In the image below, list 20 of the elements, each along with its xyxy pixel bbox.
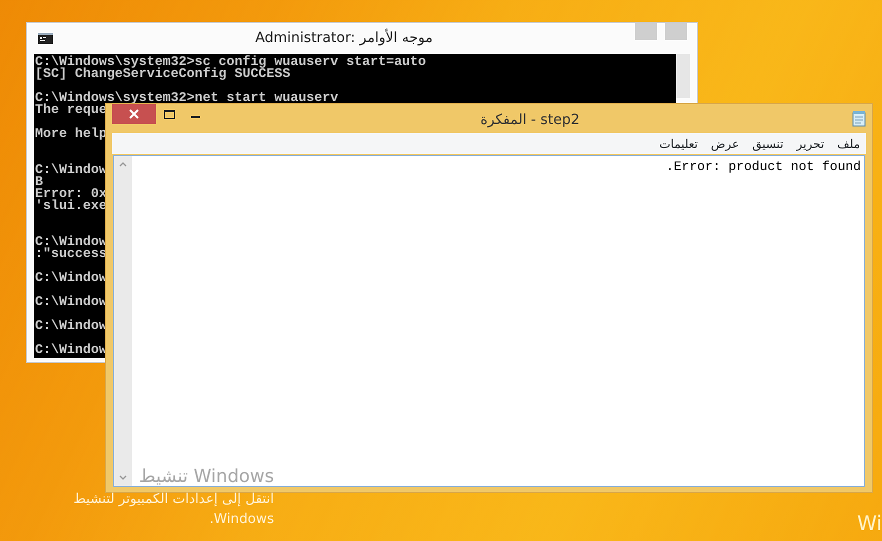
window-title: Administrator: موجه الأوامر: [254, 28, 434, 48]
console-icon: [38, 33, 53, 44]
notepad-icon: [852, 111, 866, 127]
close-icon: [129, 109, 139, 119]
menu-item[interactable]: تنسيق: [752, 134, 784, 152]
activation-message: .Windows: [209, 510, 274, 529]
scroll-up-icon[interactable]: [119, 162, 127, 167]
menu-item[interactable]: تحرير: [796, 134, 824, 152]
window-title: المفكرة - step2: [479, 111, 581, 130]
desktop-watermark-text: Wi: [857, 510, 882, 537]
menu-item[interactable]: عرض: [710, 134, 740, 152]
maximize-icon: [164, 110, 174, 118]
activation-message: انتقل إلى إعدادات الكمبيوتر لتنشيط: [73, 490, 274, 509]
scroll-down-icon[interactable]: [119, 475, 127, 480]
minimize-icon: [190, 116, 200, 118]
scrollbar[interactable]: [114, 156, 132, 486]
scrollbar[interactable]: [676, 54, 690, 98]
close-button[interactable]: [112, 104, 156, 124]
menu-item[interactable]: ملف: [837, 134, 860, 152]
activation-heading: تنشيط Windows: [138, 465, 274, 489]
